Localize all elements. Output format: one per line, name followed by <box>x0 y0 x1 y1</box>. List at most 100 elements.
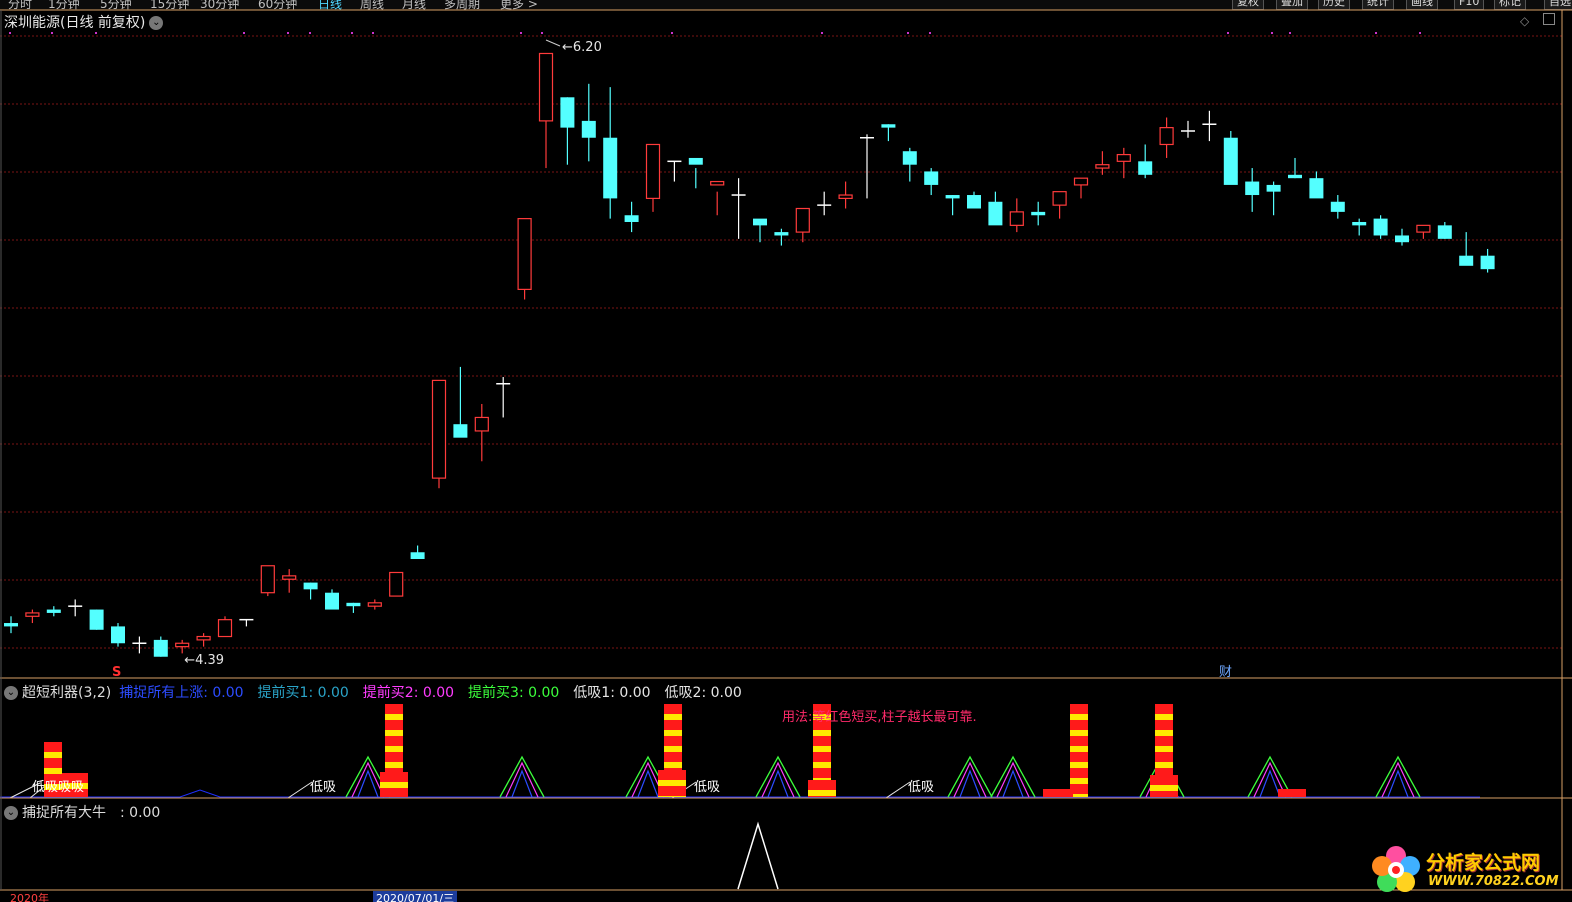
candle-body <box>581 120 596 138</box>
indicator2-name: 捕捉所有大牛 <box>22 805 106 821</box>
candle-body <box>774 232 789 236</box>
candles <box>4 52 1495 657</box>
grid <box>0 35 1562 649</box>
signal-dot <box>51 32 53 34</box>
signal-triangle <box>1387 769 1409 798</box>
signal-bar-segment <box>1155 720 1173 730</box>
chevron-down-icon[interactable]: ⌄ <box>4 806 18 820</box>
signal-bar-segment <box>813 762 831 768</box>
signal-bar-segment <box>664 704 682 714</box>
signal-triangle <box>996 761 1030 798</box>
chart-canvas[interactable]: ←6.20←4.39S 财 低吸吸吸 低吸 低吸 低吸 <box>0 0 1572 902</box>
indicator-param: 提前买2: 0.00 <box>362 685 455 701</box>
signal-bar-segment <box>1155 752 1173 762</box>
candle-body <box>111 626 125 644</box>
signal-triangle <box>511 769 533 798</box>
signal-bar-segment <box>385 714 403 720</box>
signal-dot <box>243 32 245 34</box>
signal-bar-segment <box>808 790 836 796</box>
signal-triangle <box>357 769 379 798</box>
candle-body <box>410 552 425 560</box>
date-label-cursor: 2020/07/01/三 <box>373 891 458 902</box>
candle-body <box>25 612 40 617</box>
candle-body <box>1009 211 1024 226</box>
indicator1-params: 捕捉所有上涨: 0.00 提前买1: 0.00 提前买2: 0.00 提前买3: 0.… <box>119 685 756 701</box>
signal-triangle <box>953 761 987 798</box>
indicator2-title-row: ⌄ 捕捉所有大牛: 0.00 <box>4 802 174 822</box>
signal-bar-segment <box>664 762 682 768</box>
signal-bar-segment <box>1155 704 1173 714</box>
candle-body <box>795 207 810 233</box>
signal-bar-segment <box>1150 791 1178 797</box>
signal-triangle <box>1002 769 1024 798</box>
low-price-label: ←4.39 <box>184 653 224 668</box>
signal-bar-segment <box>1278 789 1306 797</box>
signal-bar-segment <box>658 796 686 797</box>
candle-body <box>902 151 917 165</box>
signal-bar-segment <box>385 762 403 768</box>
candle-body <box>945 195 960 199</box>
candle-body <box>560 97 575 128</box>
signal-bar-segment <box>1070 714 1088 720</box>
signal-bar-segment <box>664 736 682 746</box>
signal-bar-segment <box>813 736 831 746</box>
signal-dot <box>95 32 97 34</box>
candle-body <box>538 52 554 122</box>
candle-body <box>517 218 532 290</box>
signal-bar-segment <box>808 796 836 797</box>
candle-body <box>89 609 104 630</box>
candle-body <box>1052 191 1067 206</box>
signal-bar-segment <box>808 780 836 790</box>
candle-body <box>624 215 639 222</box>
candle-body <box>325 592 339 610</box>
dixi-line <box>885 781 911 799</box>
candle-body <box>710 180 725 186</box>
signal-bar-segment <box>44 768 62 774</box>
signal-bar-segment <box>658 770 686 780</box>
chevron-down-icon[interactable]: ⌄ <box>4 686 18 700</box>
logo-name: 分析家公式网 <box>1426 852 1541 874</box>
high-price-label: ←6.20 <box>562 40 602 55</box>
candle-body <box>153 639 168 657</box>
candle-body <box>282 575 297 580</box>
signal-bar-segment <box>658 786 686 796</box>
candle-body <box>1159 127 1174 146</box>
candle-body <box>389 571 404 597</box>
candle-body <box>217 619 233 638</box>
signal-dot <box>309 32 311 34</box>
signal-bar-segment <box>385 752 403 762</box>
candle-body <box>46 609 61 613</box>
candle-body <box>1095 164 1110 169</box>
signal-bar-segment <box>1043 789 1073 797</box>
indicator-param: 捕捉所有上涨: 0.00 <box>119 685 244 701</box>
signal-dot <box>9 32 11 34</box>
candle-body <box>1288 174 1302 179</box>
bull-signal-peak <box>737 821 779 890</box>
date-axis: 2020年 2020/07/01/三 <box>0 891 1572 902</box>
signal-bar-segment <box>44 752 62 758</box>
signal-dot <box>1289 32 1291 34</box>
signal-bar-segment <box>813 752 831 762</box>
indicator-param: 低吸2: 0.00 <box>664 685 742 701</box>
candle-body <box>645 143 661 199</box>
candle-body <box>1309 178 1324 199</box>
signal-triangle <box>351 761 385 798</box>
signal-bar-segment <box>664 746 682 752</box>
signal-dot <box>1227 32 1229 34</box>
indicator1-bars: 低吸吸吸 低吸 低吸 低吸 <box>0 704 1480 799</box>
candle-body <box>924 171 939 185</box>
signal-bar-segment <box>1070 746 1088 752</box>
candle-body <box>175 642 190 648</box>
dixi-label: 低吸吸吸 <box>32 780 84 795</box>
signal-triangle <box>767 769 789 798</box>
signal-bar-segment <box>1150 785 1178 791</box>
indicator2-lines <box>737 821 779 890</box>
signal-triangle <box>1381 761 1415 798</box>
candle-body <box>346 602 361 607</box>
indicator-param: 提前买3: 0.00 <box>468 685 560 701</box>
signal-dot <box>1271 32 1273 34</box>
signal-bar-segment <box>1150 775 1178 785</box>
dixi-label: 低吸 <box>310 780 336 795</box>
candle-body <box>1245 181 1260 196</box>
signal-bar-segment <box>385 720 403 730</box>
